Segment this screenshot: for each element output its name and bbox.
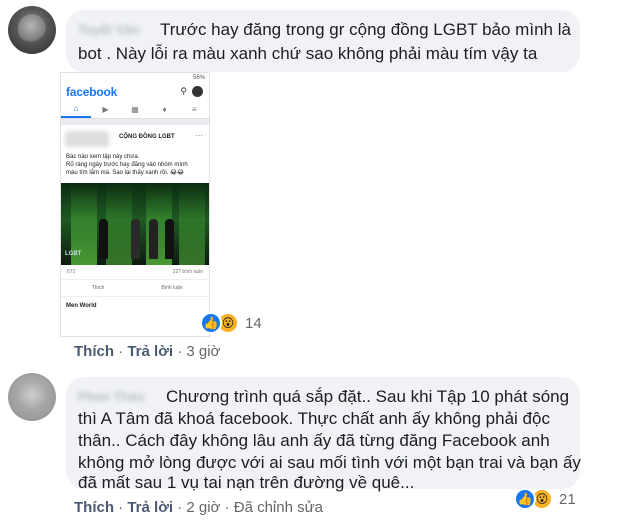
video-icon: ▶ (102, 105, 109, 114)
post-line: màu tím lắm mà. Sao lại thấy xanh rồi. 😂… (66, 170, 185, 176)
reaction-count: 14 (245, 314, 262, 332)
comment-actions: Thích · Trả lời · 2 giờ · Đã chỉnh sửa (74, 499, 324, 516)
attached-screenshot[interactable]: 56% facebook ⚲ ⌂ ▶ ▦ ♦ ≡ CỘNG ĐỒNG LGBT … (60, 72, 210, 337)
like-button: Thích (91, 285, 105, 291)
comment-bubble: Tuyết Vân Trước hay đăng trong gr cộng đ… (66, 10, 580, 72)
edited-label[interactable]: Đã chỉnh sửa (234, 499, 323, 516)
post-line: Bác nào xem tập này chưa. (66, 154, 140, 160)
home-icon: ⌂ (61, 101, 91, 118)
comment-time[interactable]: 2 giờ (186, 499, 220, 516)
blurred-poster (65, 131, 109, 147)
reaction-count: 21 (559, 490, 576, 508)
comment-author[interactable]: Phan Thảo (78, 389, 144, 404)
like-reaction-icon: 👍 (514, 488, 536, 510)
comment-button: Bình luận (161, 285, 183, 291)
messenger-icon (192, 86, 203, 97)
like-link[interactable]: Thích (74, 343, 114, 360)
comment-text-line: Chương trình quá sắp đặt.. Sau khi Tập 1… (166, 387, 570, 406)
post-video: LGBT (61, 183, 209, 265)
commenter-avatar[interactable] (8, 6, 56, 54)
reply-link[interactable]: Trả lời (127, 343, 173, 360)
menu-icon: ≡ (191, 105, 197, 114)
comment-text-line: thân.. Cách đây không lâu anh ấy đã từng… (78, 431, 550, 450)
like-link[interactable]: Thích (74, 499, 114, 516)
comment-author[interactable]: Tuyết Vân (78, 22, 139, 37)
post-stats: 672 227 bình luận (61, 265, 209, 279)
search-icon: ⚲ (180, 86, 187, 96)
status-bar: 56% (192, 75, 205, 81)
post-text: Bác nào xem tập này chưa. Rõ ràng ngày t… (61, 151, 209, 179)
comment-text-line: bot . Này lỗi ra màu xanh chứ sao không … (78, 44, 538, 63)
app-header: facebook ⚲ (61, 83, 209, 101)
nav-tabs: ⌂ ▶ ▦ ♦ ≡ (61, 101, 209, 119)
show-logo: LGBT (65, 251, 82, 257)
post-action-bar: Thích Bình luận (61, 279, 209, 297)
next-post-title: Men World (66, 303, 97, 309)
more-icon: ⋯ (195, 131, 203, 140)
comment-text-line: Trước hay đăng trong gr cộng đồng LGBT b… (160, 20, 571, 39)
post-header: CỘNG ĐỒNG LGBT ⋯ (61, 125, 209, 151)
group-name: CỘNG ĐỒNG LGBT (119, 134, 175, 140)
reaction-count: 672 (67, 269, 76, 275)
notifications-icon: ♦ (162, 105, 167, 114)
reaction-summary[interactable]: 👍 😮 14 (200, 309, 262, 337)
comment-count: 227 bình luận (172, 269, 203, 275)
facebook-logo: facebook (66, 85, 118, 99)
reaction-summary[interactable]: 👍 😮 21 (514, 485, 576, 513)
like-reaction-icon: 👍 (200, 312, 222, 334)
marketplace-icon: ▦ (131, 105, 139, 114)
comment-text-line: đã mất sau 1 vụ tai nạn trên đường về qu… (78, 473, 415, 492)
comment-actions: Thích · Trả lời · 3 giờ (74, 343, 221, 360)
reply-link[interactable]: Trả lời (127, 499, 173, 516)
post-line: Rõ ràng ngày trước hay đăng vào nhóm mìn… (66, 162, 188, 168)
commenter-avatar[interactable] (8, 373, 56, 421)
comment-text-line: không mở lòng được với ai sau mối tình v… (78, 453, 581, 472)
comment-text-line: thì A Tâm đã khoá facebook. Thực chất an… (78, 409, 550, 428)
comment-time[interactable]: 3 giờ (186, 343, 220, 360)
